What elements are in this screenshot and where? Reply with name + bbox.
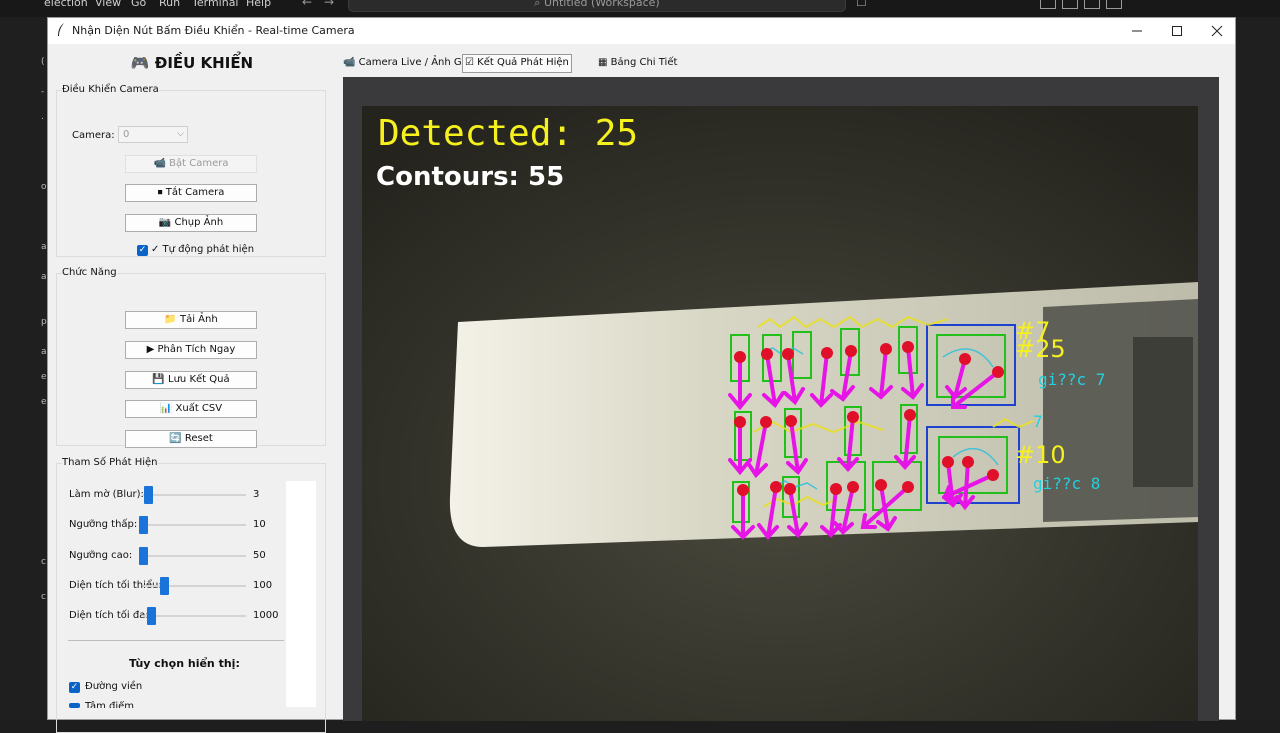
menu-terminal[interactable]: Terminal: [192, 0, 239, 9]
workspace-label: Untitled (Workspace): [543, 0, 660, 9]
tab-detection-result[interactable]: ☑ Kết Quả Phát Hiện: [462, 54, 572, 73]
contour-checkbox[interactable]: ✓: [69, 682, 80, 693]
contour-option-label: Đường viền: [85, 681, 143, 692]
back-icon[interactable]: ←: [302, 0, 312, 9]
camera-frame: Detected: 25 Contours: 55 #7 #25 #10 gi?…: [343, 77, 1219, 721]
label-giac-8: gi??c 8: [1033, 474, 1100, 493]
reset-button[interactable]: 🔄 Reset: [125, 430, 257, 448]
label-7-cyan: 7: [1033, 412, 1043, 431]
menu-go[interactable]: Go: [131, 0, 146, 9]
max-area-slider-thumb[interactable]: [147, 607, 157, 625]
tab-camera-live[interactable]: 📹 Camera Live / Ảnh Gốc: [341, 54, 475, 71]
params-group-label: Tham Số Phát Hiện: [62, 457, 158, 468]
chevron-down-icon: ⌵: [177, 129, 184, 139]
blur-slider-track[interactable]: [143, 494, 246, 496]
slider-value-low-threshold: 10: [253, 519, 266, 530]
slider-value-high-threshold: 50: [253, 550, 266, 561]
auto-detect-checkbox[interactable]: ✓: [137, 245, 148, 256]
slider-value-max-area: 1000: [253, 610, 279, 621]
title-bar: Nhận Diện Nút Bấm Điều Khiển - Real-time…: [48, 18, 1235, 44]
app-window: Nhận Diện Nút Bấm Điều Khiển - Real-time…: [47, 17, 1236, 733]
control-panel: 🎮 ĐIỀU KHIỂN Điều Khiển Camera Camera: 0…: [48, 44, 336, 733]
slider-label-max-area: Diện tích tối đa:: [69, 610, 149, 621]
tab-detail-table[interactable]: ▦ Bảng Chi Tiết: [596, 54, 679, 71]
camera-select[interactable]: 0 ⌵: [118, 126, 188, 143]
analyze-button[interactable]: ▶ Phân Tích Ngay: [125, 341, 257, 359]
search-icon: ⌕: [534, 0, 544, 9]
function-group: [56, 273, 326, 446]
slider-label-blur: Làm mờ (Blur):: [69, 489, 144, 500]
contours-count-text: Contours: 55: [376, 162, 564, 192]
vscode-editor-right: [1236, 17, 1280, 720]
capture-button[interactable]: 📷 Chụp Ảnh: [125, 214, 257, 232]
slider-value-blur: 3: [253, 489, 260, 500]
low-threshold-slider-track[interactable]: [143, 524, 246, 526]
export-csv-button[interactable]: 📊 Xuất CSV: [125, 400, 257, 418]
auto-detect-label: ✓ Tự động phát hiện: [151, 244, 255, 255]
menu-run[interactable]: Run: [159, 0, 180, 9]
menu-selection[interactable]: election: [44, 0, 88, 9]
display-options-title: Tùy chọn hiển thị:: [129, 657, 240, 670]
min-area-slider-thumb[interactable]: [159, 577, 169, 595]
high-threshold-slider-thumb[interactable]: [139, 547, 148, 565]
chat-icon[interactable]: ☐: [856, 0, 867, 9]
label-giac-7: gi??c 7: [1038, 370, 1105, 389]
centroid-checkbox[interactable]: [69, 703, 80, 708]
label-25: #25: [1015, 335, 1066, 363]
panel-toggle-icon[interactable]: [1084, 0, 1100, 9]
menu-view[interactable]: View: [95, 0, 121, 9]
vscode-menubar: election View Go Run Terminal Help ← → ⌕…: [0, 0, 1280, 17]
close-icon[interactable]: [1197, 18, 1237, 44]
menu-help[interactable]: Help: [246, 0, 271, 9]
slider-value-min-area: 100: [253, 580, 273, 591]
feather-icon: [58, 23, 64, 36]
camera-label: Camera:: [72, 130, 115, 141]
min-area-slider-track[interactable]: [143, 585, 246, 587]
camera-group-label: Điều Khiển Camera: [62, 84, 159, 95]
slider-label-low-threshold: Ngưỡng thấp:: [69, 519, 138, 530]
blur-slider-thumb[interactable]: [144, 486, 154, 504]
camera-select-value: 0: [123, 129, 130, 140]
low-threshold-slider-thumb[interactable]: [139, 516, 148, 534]
stop-camera-button[interactable]: ⏹ Tắt Camera: [125, 184, 257, 202]
start-camera-button[interactable]: 📹 Bật Camera: [125, 155, 257, 173]
window-title: Nhận Diện Nút Bấm Điều Khiển - Real-time…: [72, 24, 355, 37]
forward-icon[interactable]: →: [324, 0, 334, 9]
save-result-button[interactable]: 💾 Lưu Kết Quả: [125, 371, 257, 389]
sidebar-toggle-icon[interactable]: [1062, 0, 1078, 9]
layout-icon[interactable]: [1040, 0, 1056, 9]
load-image-button[interactable]: 📁 Tải Ảnh: [125, 311, 257, 329]
high-threshold-slider-track[interactable]: [143, 555, 246, 557]
detected-count-text: Detected: 25: [378, 113, 638, 154]
result-image: Detected: 25 Contours: 55 #7 #25 #10 gi?…: [343, 77, 1219, 721]
centroid-option-label: Tâm điểm: [85, 701, 135, 708]
minimize-icon[interactable]: [1117, 18, 1157, 44]
panel-title: 🎮 ĐIỀU KHIỂN: [130, 54, 254, 72]
maximize-icon[interactable]: [1157, 18, 1197, 44]
slider-label-high-threshold: Ngưỡng cao:: [69, 550, 133, 561]
params-scroll-area[interactable]: [286, 481, 316, 707]
command-center-search[interactable]: ⌕ Untitled (Workspace): [348, 0, 846, 12]
function-group-label: Chức Năng: [62, 267, 117, 278]
max-area-slider-track[interactable]: [143, 615, 246, 617]
divider: [68, 640, 284, 641]
label-10: #10: [1015, 441, 1066, 469]
secondary-sidebar-icon[interactable]: [1106, 0, 1122, 9]
vscode-editor-left: (-. o aapa eecc: [0, 17, 47, 720]
